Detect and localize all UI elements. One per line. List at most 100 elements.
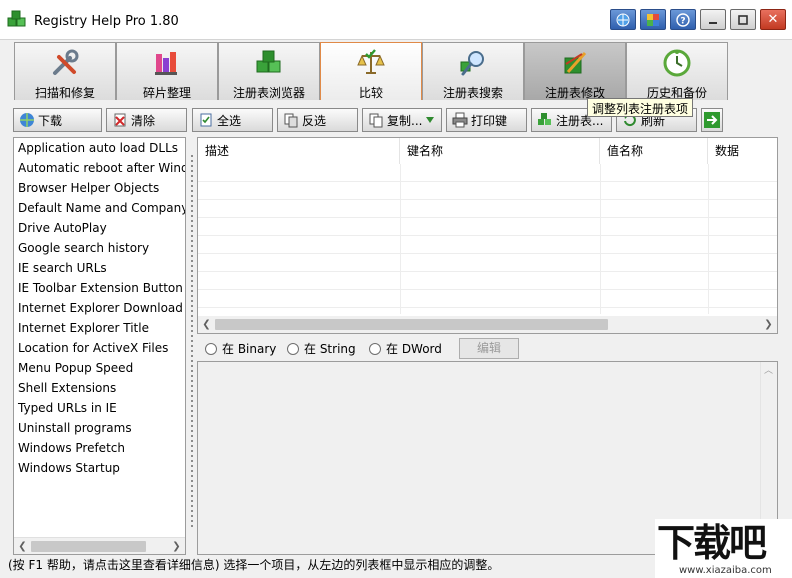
list-item[interactable]: IE search URLs bbox=[14, 258, 185, 278]
list-item[interactable]: Windows Prefetch bbox=[14, 438, 185, 458]
list-item[interactable]: Typed URLs in IE bbox=[14, 398, 185, 418]
globe-icon bbox=[616, 13, 630, 26]
registry-cubes-icon bbox=[538, 113, 551, 125]
checklist-icon bbox=[200, 113, 212, 127]
scroll-right-icon[interactable]: ❯ bbox=[169, 539, 184, 554]
tooltip: 调整列表注册表项 bbox=[587, 98, 694, 117]
value-type-row: 在 Binary 在 String 在 DWord 编辑 bbox=[197, 337, 778, 359]
invert-label: 反选 bbox=[302, 113, 327, 128]
chevron-down-icon bbox=[426, 117, 435, 123]
tab-label: 注册表浏览器 bbox=[232, 86, 305, 100]
download-button[interactable]: 下载 bbox=[13, 108, 102, 132]
maximize-button[interactable] bbox=[730, 9, 756, 30]
clear-button[interactable]: 清除 bbox=[106, 108, 187, 132]
tab-defrag[interactable]: 碎片整理 bbox=[116, 42, 218, 100]
column-header-value-name[interactable]: 值名称 bbox=[600, 138, 708, 164]
app-cubes-icon bbox=[7, 10, 26, 27]
registry-edit-icon bbox=[564, 51, 587, 74]
list-item[interactable]: Application auto load DLLs bbox=[14, 138, 185, 158]
print-label: 打印键 bbox=[471, 113, 508, 128]
skin-button[interactable] bbox=[640, 9, 666, 30]
title-bar: Registry Help Pro 1.80 ? ✕ bbox=[0, 0, 792, 40]
grid-hscrollbar[interactable]: ❮ ❯ bbox=[198, 316, 777, 333]
balance-scale-icon bbox=[357, 49, 385, 74]
invert-pages-icon bbox=[284, 113, 298, 128]
tweak-list-hscrollbar[interactable]: ❮ ❯ bbox=[14, 537, 185, 554]
tab-registry-tweak[interactable]: 注册表修改 bbox=[524, 42, 626, 100]
download-label: 下载 bbox=[38, 113, 63, 128]
list-item[interactable]: IE Toolbar Extension Button bbox=[14, 278, 185, 298]
select-all-button[interactable]: 全选 bbox=[192, 108, 273, 132]
scroll-left-icon[interactable]: ❮ bbox=[15, 539, 30, 554]
scrollbar-thumb[interactable] bbox=[215, 319, 608, 330]
column-header-key-name[interactable]: 键名称 bbox=[400, 138, 600, 164]
print-keys-button[interactable]: 打印键 bbox=[446, 108, 527, 132]
close-button[interactable]: ✕ bbox=[760, 9, 786, 30]
list-item[interactable]: Menu Popup Speed bbox=[14, 358, 185, 378]
scroll-up-icon[interactable]: ︿ bbox=[761, 364, 776, 379]
list-item[interactable]: Uninstall programs bbox=[14, 418, 185, 438]
radio-circle[interactable] bbox=[369, 342, 381, 355]
invert-selection-button[interactable]: 反选 bbox=[277, 108, 358, 132]
registry-cubes-icon bbox=[256, 50, 281, 73]
radio-string[interactable]: 在 String bbox=[287, 340, 356, 357]
radio-binary-label: 在 Binary bbox=[222, 342, 277, 356]
radio-dword[interactable]: 在 DWord bbox=[369, 340, 442, 357]
radio-circle[interactable] bbox=[205, 342, 217, 355]
tab-registry-search[interactable]: 注册表搜索 bbox=[422, 42, 524, 100]
tab-scan-repair[interactable]: 扫描和修复 bbox=[14, 42, 116, 100]
scroll-right-icon[interactable]: ❯ bbox=[761, 317, 776, 332]
radio-binary[interactable]: 在 Binary bbox=[205, 340, 276, 357]
arrow-right-icon bbox=[704, 112, 720, 128]
minimize-button[interactable] bbox=[700, 9, 726, 30]
list-item[interactable]: Drive AutoPlay bbox=[14, 218, 185, 238]
question-icon: ? bbox=[676, 12, 690, 27]
wrench-screwdriver-icon bbox=[53, 49, 79, 75]
help-button[interactable]: ? bbox=[670, 9, 696, 30]
clock-history-icon bbox=[663, 49, 691, 77]
list-item[interactable]: Default Name and Company Info bbox=[14, 198, 185, 218]
splitter-handle[interactable] bbox=[187, 137, 196, 555]
svg-text:?: ? bbox=[680, 16, 685, 26]
list-item[interactable]: Location for ActiveX Files bbox=[14, 338, 185, 358]
list-item[interactable]: Automatic reboot after Windows bbox=[14, 158, 185, 178]
select-all-label: 全选 bbox=[217, 113, 242, 128]
scrollbar-thumb[interactable] bbox=[31, 541, 146, 552]
watermark-url: www.xiazaiba.com bbox=[679, 565, 772, 576]
list-item[interactable]: Shell Extensions bbox=[14, 378, 185, 398]
list-item[interactable]: Windows Startup bbox=[14, 458, 185, 478]
printer-icon bbox=[452, 112, 468, 128]
close-icon: ✕ bbox=[767, 12, 779, 27]
magnifier-icon bbox=[460, 51, 484, 76]
list-item[interactable]: Google search history bbox=[14, 238, 185, 258]
window-title: Registry Help Pro 1.80 bbox=[34, 14, 179, 29]
column-header-data[interactable]: 数据 bbox=[708, 138, 777, 164]
column-header-description[interactable]: 描述 bbox=[198, 138, 400, 164]
edit-button[interactable]: 编辑 bbox=[459, 338, 519, 359]
tab-compare[interactable]: 比较 bbox=[320, 42, 422, 100]
main-tabs: 扫描和修复 碎片整理 注册表浏览器 比较 注册表搜索 注册表修改 历史和备份 bbox=[14, 42, 728, 100]
radio-circle[interactable] bbox=[287, 342, 299, 355]
tab-label: 扫描和修复 bbox=[34, 86, 95, 100]
list-item[interactable]: Internet Explorer Title bbox=[14, 318, 185, 338]
update-globe-button[interactable] bbox=[610, 9, 636, 30]
tab-history-backup[interactable]: 历史和备份 bbox=[626, 42, 728, 100]
watermark: 下载吧 www.xiazaiba.com bbox=[655, 519, 792, 578]
palette-icon bbox=[647, 13, 659, 26]
grid-header: 描述 键名称 值名称 数据 bbox=[198, 138, 777, 164]
registry-grid[interactable]: 描述 键名称 值名称 数据 ❮ ❯ bbox=[197, 137, 778, 334]
minimize-icon bbox=[709, 21, 717, 24]
list-item[interactable]: Browser Helper Objects bbox=[14, 178, 185, 198]
globe-icon bbox=[20, 113, 34, 127]
copy-dropdown-button[interactable]: 复制... bbox=[362, 108, 442, 132]
clear-document-icon bbox=[114, 113, 126, 127]
tab-label: 碎片整理 bbox=[142, 86, 191, 100]
list-item[interactable]: Internet Explorer Download N bbox=[14, 298, 185, 318]
tweak-list[interactable]: Application auto load DLLs Automatic rebo… bbox=[13, 137, 186, 555]
scroll-left-icon[interactable]: ❮ bbox=[199, 317, 214, 332]
tab-registry-browser[interactable]: 注册表浏览器 bbox=[218, 42, 320, 100]
clear-label: 清除 bbox=[131, 113, 156, 128]
maximize-icon bbox=[738, 14, 748, 25]
next-arrow-button[interactable] bbox=[701, 108, 723, 132]
radio-string-label: 在 String bbox=[304, 342, 356, 356]
